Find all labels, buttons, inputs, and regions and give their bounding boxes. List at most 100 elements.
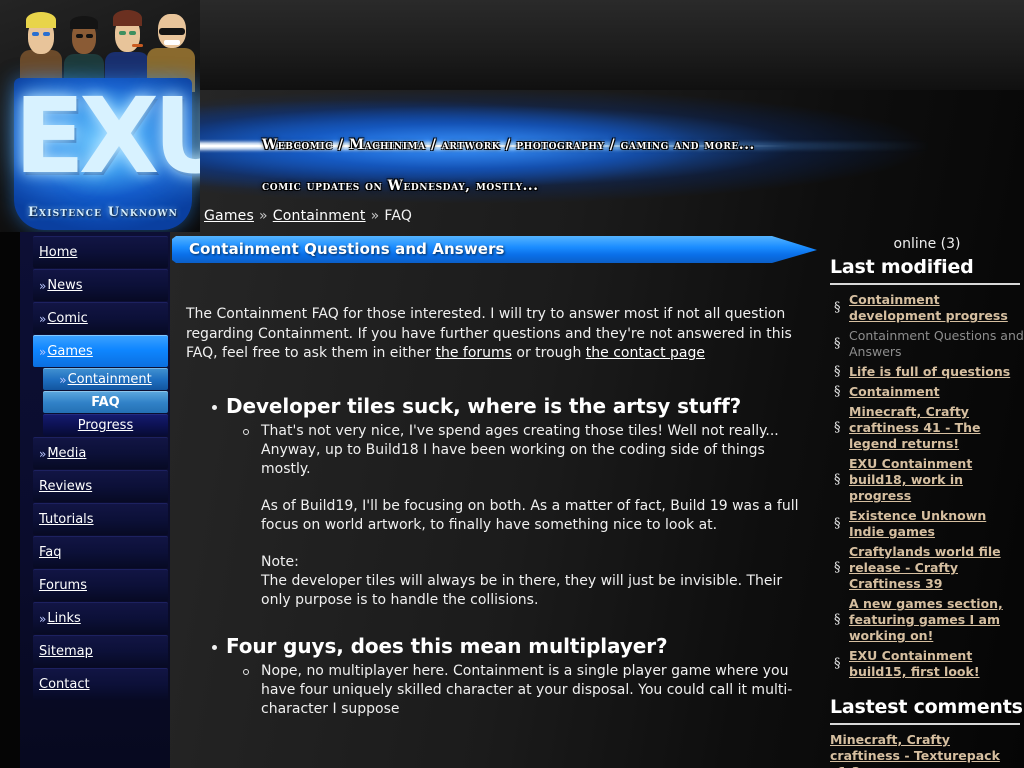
last-modified-link[interactable]: Containment bbox=[849, 384, 940, 399]
sidebar-item-label[interactable]: Links bbox=[47, 611, 80, 626]
faq-item: Developer tiles suck, where is the artsy… bbox=[186, 394, 811, 610]
header-top-background bbox=[170, 0, 1024, 90]
left-sidebar: Home» News» Comic» Games» Containment FAQ Prog… bbox=[20, 232, 170, 768]
latest-comments-block: Lastest comments Minecraft, Crafty craft… bbox=[830, 696, 1024, 768]
faq-intro-part2: or trough bbox=[511, 345, 586, 361]
sidebar-item-label[interactable]: FAQ bbox=[91, 395, 120, 410]
bullet-icon bbox=[212, 644, 217, 650]
faq-answer-paragraph: Note: The developer tiles will always be … bbox=[261, 553, 783, 608]
last-modified-link[interactable]: Minecraft, Crafty craftiness 41 - The le… bbox=[849, 404, 981, 451]
last-modified-link[interactable]: Life is full of questions bbox=[849, 364, 1010, 379]
sidebar-item-label[interactable]: Progress bbox=[78, 418, 133, 433]
sidebar-item-label[interactable]: Contact bbox=[39, 677, 90, 692]
chevron-right-icon: » bbox=[39, 344, 47, 359]
logo-badge: EXU Existence Unknown bbox=[14, 75, 200, 230]
section-mark-icon: § bbox=[834, 420, 841, 435]
last-modified-item[interactable]: § A new games section, featuring games I … bbox=[830, 596, 1024, 644]
sidebar-item-home[interactable]: Home bbox=[33, 236, 168, 268]
sidebar-item-label[interactable]: Forums bbox=[39, 578, 87, 593]
faq-question: Four guys, does this mean multiplayer? bbox=[226, 633, 668, 658]
last-modified-link[interactable]: EXU Containment build15, first look! bbox=[849, 648, 980, 679]
logo-caption: Existence Unknown bbox=[27, 205, 179, 220]
section-mark-icon: § bbox=[834, 656, 841, 671]
sidebar-item-comic[interactable]: » Comic bbox=[33, 302, 168, 334]
comment-title-link[interactable]: Minecraft, Crafty craftiness - Texturepa… bbox=[830, 732, 1000, 768]
sidebar-item-containment[interactable]: » Containment bbox=[43, 368, 168, 390]
faq-list: Developer tiles suck, where is the artsy… bbox=[186, 394, 811, 719]
last-modified-heading: Last modified bbox=[830, 256, 974, 278]
section-mark-icon: § bbox=[834, 516, 841, 531]
last-modified-link[interactable]: EXU Containment build18, work in progres… bbox=[849, 456, 972, 503]
sidebar-item-news[interactable]: » News bbox=[33, 269, 168, 301]
sidebar-item-sitemap[interactable]: Sitemap bbox=[33, 635, 168, 667]
last-modified-link[interactable]: Containment development progress bbox=[849, 292, 1008, 323]
divider bbox=[830, 283, 1020, 285]
sidebar-item-reviews[interactable]: Reviews bbox=[33, 470, 168, 502]
section-mark-icon: § bbox=[834, 384, 841, 399]
tagline-primary: Webcomic / Machinima / artwork / photogr… bbox=[262, 137, 755, 153]
breadcrumb-separator: » bbox=[258, 208, 268, 224]
last-modified-link[interactable]: A new games section, featuring games I a… bbox=[849, 596, 1003, 643]
section-mark-icon: § bbox=[834, 364, 841, 379]
sidebar-nav: Home» News» Comic» Games» Containment FAQ Prog… bbox=[33, 236, 168, 701]
sidebar-item-media[interactable]: » Media bbox=[33, 437, 168, 469]
last-modified-item[interactable]: § Containment development progress bbox=[830, 292, 1024, 324]
breadcrumb-current: FAQ bbox=[384, 208, 413, 224]
chevron-right-icon: » bbox=[39, 611, 47, 626]
last-modified-item[interactable]: § Existence Unknown Indie games bbox=[830, 508, 1024, 540]
last-modified-link[interactable]: Existence Unknown Indie games bbox=[849, 508, 986, 539]
section-mark-icon: § bbox=[834, 612, 841, 627]
faq-answer-paragraph: That's not very nice, I've spend ages cr… bbox=[261, 422, 779, 477]
page-title-banner: Containment Questions and Answers bbox=[172, 236, 817, 263]
last-modified-item[interactable]: § Craftylands world file release - Crafty… bbox=[830, 544, 1024, 592]
breadcrumb: Games» Containment» FAQ bbox=[204, 208, 412, 224]
contact-page-link[interactable]: the contact page bbox=[586, 345, 705, 361]
sidebar-item-label[interactable]: News bbox=[47, 278, 82, 293]
sidebar-item-label[interactable]: Faq bbox=[39, 545, 62, 560]
forums-link[interactable]: the forums bbox=[435, 345, 511, 361]
sidebar-item-faq[interactable]: Faq bbox=[33, 536, 168, 568]
sidebar-item-progress[interactable]: Progress bbox=[43, 414, 168, 436]
chevron-right-icon: » bbox=[39, 311, 47, 326]
sidebar-item-tutorials[interactable]: Tutorials bbox=[33, 503, 168, 535]
logo-letters: EXU bbox=[14, 75, 200, 197]
latest-comments-heading: Lastest comments bbox=[830, 696, 1023, 718]
sidebar-item-label[interactable]: Reviews bbox=[39, 479, 92, 494]
main-content: The Containment FAQ for those interested… bbox=[186, 305, 811, 719]
faq-answer: That's not very nice, I've spend ages cr… bbox=[226, 422, 811, 610]
last-modified-link[interactable]: Craftylands world file release - Crafty … bbox=[849, 544, 1001, 591]
sidebar-item-label[interactable]: Tutorials bbox=[39, 512, 94, 527]
faq-answer-paragraph: Nope, no multiplayer here. Containment i… bbox=[261, 662, 793, 717]
sidebar-item-games[interactable]: » Games bbox=[33, 335, 168, 367]
section-mark-icon: § bbox=[834, 560, 841, 575]
breadcrumb-link-containment[interactable]: Containment bbox=[273, 208, 366, 224]
last-modified-item[interactable]: § Life is full of questions bbox=[830, 364, 1024, 380]
faq-question: Developer tiles suck, where is the artsy… bbox=[226, 393, 742, 418]
sidebar-item-label[interactable]: Games bbox=[47, 344, 92, 359]
sidebar-item-links[interactable]: » Links bbox=[33, 602, 168, 634]
sidebar-item-label[interactable]: Comic bbox=[47, 311, 87, 326]
breadcrumb-link-games[interactable]: Games bbox=[204, 208, 254, 224]
sidebar-item-contact[interactable]: Contact bbox=[33, 668, 168, 700]
last-modified-item[interactable]: § Minecraft, Crafty craftiness 41 - The l… bbox=[830, 404, 1024, 452]
last-modified-item: § Containment Questions and Answers bbox=[830, 328, 1024, 360]
sidebar-item-label[interactable]: Home bbox=[39, 245, 77, 260]
last-modified-item[interactable]: § EXU Containment build18, work in progre… bbox=[830, 456, 1024, 504]
sidebar-item-label[interactable]: Sitemap bbox=[39, 644, 93, 659]
sidebar-item-label[interactable]: Containment bbox=[68, 372, 152, 387]
faq-item: Four guys, does this mean multiplayer? No… bbox=[186, 634, 811, 719]
last-modified-label: Containment Questions and Answers bbox=[849, 328, 1024, 359]
circle-bullet-icon bbox=[243, 428, 249, 435]
comment-item: Minecraft, Crafty craftiness - Texturepa… bbox=[830, 732, 1024, 768]
section-mark-icon: § bbox=[834, 300, 841, 315]
site-logo[interactable]: EXU Existence Unknown bbox=[0, 0, 200, 232]
last-modified-item[interactable]: § EXU Containment build15, first look! bbox=[830, 648, 1024, 680]
faq-answer-paragraph: As of Build19, I'll be focusing on both.… bbox=[261, 497, 799, 533]
sidebar-item-faq[interactable]: FAQ bbox=[43, 391, 168, 413]
sidebar-item-label[interactable]: Media bbox=[47, 446, 86, 461]
last-modified-item[interactable]: § Containment bbox=[830, 384, 1024, 400]
section-mark-icon: § bbox=[834, 472, 841, 487]
chevron-right-icon: » bbox=[59, 372, 67, 387]
comments-list: Minecraft, Crafty craftiness - Texturepa… bbox=[830, 732, 1024, 768]
sidebar-item-forums[interactable]: Forums bbox=[33, 569, 168, 601]
